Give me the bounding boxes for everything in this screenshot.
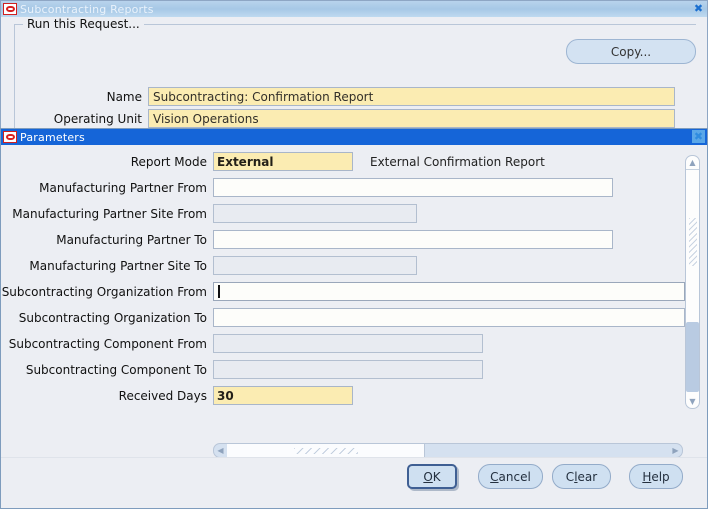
param-label-received-days: Received Days bbox=[118, 388, 207, 403]
param-input-received-days[interactable]: 30 bbox=[213, 386, 353, 405]
copy-button-label: Copy... bbox=[610, 44, 652, 59]
outer-window-titlebar[interactable]: Subcontracting Reports ✖ bbox=[1, 1, 707, 17]
param-label-report-mode: Report Mode bbox=[130, 154, 207, 169]
param-row-manufacturing-partner-to: Manufacturing Partner To bbox=[1, 229, 613, 250]
vertical-scrollbar[interactable]: ▲ ▼ bbox=[685, 155, 700, 409]
run-this-request-legend: Run this Request... bbox=[23, 17, 144, 31]
param-input-manufacturing-partner-from[interactable] bbox=[213, 178, 613, 197]
oracle-logo-icon bbox=[3, 3, 17, 15]
param-input-subcontracting-organization-to[interactable] bbox=[213, 308, 685, 327]
operating-unit-field-label: Operating Unit bbox=[53, 111, 142, 126]
param-row-received-days: Received Days 30 bbox=[1, 385, 353, 406]
param-label-subcontracting-component-to: Subcontracting Component To bbox=[25, 362, 207, 377]
param-row-manufacturing-partner-site-to: Manufacturing Partner Site To bbox=[1, 255, 417, 276]
param-input-subcontracting-component-to bbox=[213, 360, 483, 379]
outer-window-title: Subcontracting Reports bbox=[20, 2, 154, 16]
param-row-manufacturing-partner-site-from: Manufacturing Partner Site From bbox=[1, 203, 417, 224]
parameters-titlebar[interactable]: Parameters ✖ bbox=[1, 129, 707, 145]
dialog-button-bar: OK Cancel Clear Help bbox=[1, 446, 707, 508]
copy-button[interactable]: Copy... bbox=[566, 39, 696, 64]
text-cursor bbox=[218, 285, 220, 298]
param-label-manufacturing-partner-site-from: Manufacturing Partner Site From bbox=[12, 206, 207, 221]
param-row-report-mode: Report Mode External bbox=[1, 151, 353, 172]
oracle-logo-icon bbox=[3, 131, 17, 143]
close-icon[interactable]: ✖ bbox=[692, 130, 705, 143]
name-field-row: Name Subcontracting: Confirmation Report bbox=[1, 87, 707, 106]
clear-button[interactable]: Clear bbox=[552, 464, 611, 489]
param-label-manufacturing-partner-from: Manufacturing Partner From bbox=[39, 180, 207, 195]
ok-button[interactable]: OK bbox=[407, 464, 457, 489]
param-row-subcontracting-organization-from: Subcontracting Organization From bbox=[1, 281, 685, 302]
cancel-button[interactable]: Cancel bbox=[478, 464, 543, 489]
param-label-manufacturing-partner-site-to: Manufacturing Partner Site To bbox=[29, 258, 207, 273]
param-input-manufacturing-partner-site-from bbox=[213, 204, 417, 223]
parameters-dialog: Parameters ✖ Report Mode External Extern… bbox=[0, 128, 708, 509]
cancel-button-label: Cancel bbox=[490, 469, 531, 484]
name-field-label: Name bbox=[106, 89, 142, 104]
vertical-scrollbar-thumb[interactable] bbox=[686, 322, 699, 392]
param-label-subcontracting-component-from: Subcontracting Component From bbox=[8, 336, 207, 351]
parameters-field-area: Report Mode External External Confirmati… bbox=[1, 151, 708, 458]
param-input-subcontracting-organization-from[interactable] bbox=[213, 282, 685, 301]
param-input-subcontracting-component-from bbox=[213, 334, 483, 353]
param-row-manufacturing-partner-from: Manufacturing Partner From bbox=[1, 177, 613, 198]
param-row-subcontracting-component-from: Subcontracting Component From bbox=[1, 333, 483, 354]
param-input-manufacturing-partner-to[interactable] bbox=[213, 230, 613, 249]
name-field-input[interactable]: Subcontracting: Confirmation Report bbox=[148, 87, 675, 106]
scrollbar-track-grip bbox=[689, 218, 697, 266]
param-label-subcontracting-organization-from: Subcontracting Organization From bbox=[1, 284, 207, 299]
ok-button-label: OK bbox=[423, 469, 441, 484]
clear-button-label: Clear bbox=[565, 469, 598, 484]
param-label-subcontracting-organization-to: Subcontracting Organization To bbox=[18, 310, 207, 325]
param-description-report-mode: External Confirmation Report bbox=[370, 155, 545, 169]
param-row-subcontracting-organization-to: Subcontracting Organization To bbox=[1, 307, 685, 328]
parameters-title: Parameters bbox=[20, 130, 85, 144]
param-input-manufacturing-partner-site-to bbox=[213, 256, 417, 275]
scroll-up-arrow-icon[interactable]: ▲ bbox=[686, 156, 699, 170]
close-icon[interactable]: ✖ bbox=[692, 2, 705, 15]
operating-unit-field-row: Operating Unit Vision Operations bbox=[1, 109, 707, 128]
help-button[interactable]: Help bbox=[629, 464, 683, 489]
param-label-manufacturing-partner-to: Manufacturing Partner To bbox=[56, 232, 207, 247]
param-row-subcontracting-component-to: Subcontracting Component To bbox=[1, 359, 483, 380]
operating-unit-field-input[interactable]: Vision Operations bbox=[148, 109, 675, 128]
parameters-body: Report Mode External External Confirmati… bbox=[1, 145, 707, 508]
help-button-label: Help bbox=[642, 469, 670, 484]
param-input-report-mode[interactable]: External bbox=[213, 152, 353, 171]
scroll-down-arrow-icon[interactable]: ▼ bbox=[686, 395, 699, 408]
